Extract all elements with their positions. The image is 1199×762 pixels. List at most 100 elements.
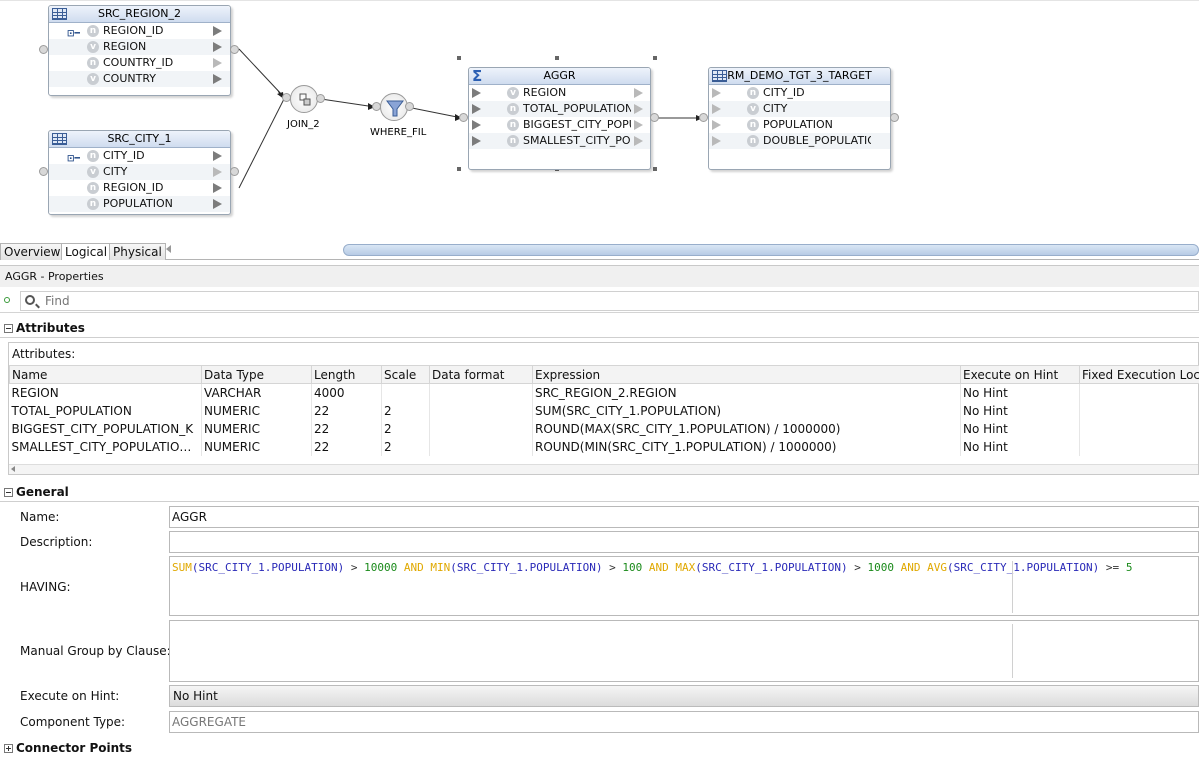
input-port-icon[interactable] [712, 88, 721, 98]
node-attr-row[interactable]: ⊡━ n REGION_ID [49, 23, 230, 39]
node-attr-row[interactable]: n DOUBLE_POPULATION [709, 133, 890, 149]
table-cell[interactable] [429, 401, 533, 420]
column-header[interactable]: Length [311, 365, 382, 384]
having-editor[interactable]: SUM(SRC_CITY_1.POPULATION) > 10000 AND M… [169, 556, 1199, 616]
table-cell[interactable]: 2 [381, 401, 430, 420]
collapse-icon[interactable] [4, 324, 13, 333]
connector-dot[interactable] [405, 102, 414, 111]
table-cell[interactable] [429, 437, 533, 456]
column-header[interactable]: Execute on Hint [960, 365, 1080, 384]
mapping-diagram-canvas[interactable]: SRC_REGION_2 ⊡━ n REGION_ID v REGION n COUNTRY… [0, 0, 1199, 242]
column-header[interactable]: Expression [532, 365, 961, 384]
table-cell[interactable]: TOTAL_POPULATION [9, 401, 202, 420]
selection-handle[interactable] [555, 56, 559, 60]
output-port-icon[interactable] [213, 42, 222, 52]
input-port-icon[interactable] [712, 104, 721, 114]
node-attr-row[interactable]: v COUNTRY [49, 71, 230, 87]
table-cell[interactable] [429, 419, 533, 438]
diagram-horizontal-scrollbar[interactable] [343, 244, 1199, 256]
input-port-icon[interactable] [712, 136, 721, 146]
node-attr-row[interactable]: v REGION [49, 39, 230, 55]
join-operator[interactable] [290, 85, 318, 113]
scroll-left-icon[interactable] [11, 466, 15, 472]
tab-physical[interactable]: Physical [109, 243, 166, 260]
output-port-icon[interactable] [213, 199, 222, 209]
node-attr-row[interactable]: n COUNTRY_ID [49, 55, 230, 71]
table-cell[interactable] [1079, 419, 1199, 438]
tab-logical[interactable]: Logical [61, 243, 112, 260]
connector-dot[interactable] [890, 113, 899, 122]
output-port-icon[interactable] [634, 120, 643, 130]
table-cell[interactable]: No Hint [960, 401, 1080, 420]
selection-handle[interactable] [653, 56, 657, 60]
table-cell[interactable] [1079, 383, 1199, 402]
output-port-icon[interactable] [213, 167, 222, 177]
node-attr-row[interactable]: n REGION_ID [49, 180, 230, 196]
filter-operator[interactable] [380, 93, 408, 121]
connector-dot[interactable] [316, 94, 325, 103]
output-port-icon[interactable] [634, 88, 643, 98]
table-cell[interactable]: 22 [311, 401, 382, 420]
node-src-city[interactable]: SRC_CITY_1 ⊡━ n CITY_ID v CITY n REGION_ID n POP… [48, 130, 231, 215]
output-port-icon[interactable] [213, 58, 222, 68]
node-attr-row[interactable]: ⊡━ n CITY_ID [49, 148, 230, 164]
table-cell[interactable]: 2 [381, 419, 430, 438]
table-cell[interactable] [429, 383, 533, 402]
table-cell[interactable]: NUMERIC [201, 437, 312, 456]
column-header[interactable]: Fixed Execution Loca [1079, 365, 1199, 384]
node-attr-row[interactable]: n TOTAL_POPULATION [469, 101, 650, 117]
table-cell[interactable] [381, 383, 430, 402]
expand-icon[interactable] [4, 744, 13, 753]
output-port-icon[interactable] [634, 104, 643, 114]
column-header[interactable]: Scale [381, 365, 430, 384]
collapse-icon[interactable] [4, 488, 13, 497]
connector-dot[interactable] [230, 45, 239, 54]
table-cell[interactable]: ROUND(MIN(SRC_CITY_1.POPULATION) / 10000… [532, 437, 961, 456]
table-cell[interactable]: No Hint [960, 383, 1080, 402]
table-cell[interactable]: SMALLEST_CITY_POPULATION... [9, 437, 202, 456]
find-field[interactable] [20, 291, 1199, 311]
connector-points-section-header[interactable]: Connector Points [0, 738, 1199, 758]
table-cell[interactable]: 4000 [311, 383, 382, 402]
table-cell[interactable] [1079, 401, 1199, 420]
connector-dot[interactable] [39, 167, 48, 176]
group-by-editor[interactable] [169, 620, 1199, 682]
output-port-icon[interactable] [213, 151, 222, 161]
column-header[interactable]: Name [9, 365, 202, 384]
output-port-icon[interactable] [634, 136, 643, 146]
connector-dot[interactable] [459, 113, 468, 122]
table-cell[interactable]: No Hint [960, 437, 1080, 456]
connector-dot[interactable] [650, 113, 659, 122]
input-port-icon[interactable] [472, 88, 481, 98]
table-cell[interactable]: 22 [311, 437, 382, 456]
description-field[interactable] [169, 531, 1199, 553]
table-cell[interactable]: BIGGEST_CITY_POPULATION_K [9, 419, 202, 438]
table-cell[interactable]: NUMERIC [201, 419, 312, 438]
table-cell[interactable]: 22 [311, 419, 382, 438]
node-aggr[interactable]: Σ AGGR v REGION n TOTAL_POPULATION n BIGGEST_… [468, 67, 651, 170]
input-port-icon[interactable] [472, 120, 481, 130]
input-port-icon[interactable] [712, 120, 721, 130]
table-cell[interactable]: SUM(SRC_CITY_1.POPULATION) [532, 401, 961, 420]
connector-dot[interactable] [230, 167, 239, 176]
connector-dot[interactable] [699, 113, 708, 122]
node-attr-row[interactable]: n POPULATION [49, 196, 230, 212]
node-attr-row[interactable]: v CITY [49, 164, 230, 180]
name-field[interactable]: AGGR [169, 506, 1199, 528]
connector-dot[interactable] [39, 45, 48, 54]
node-attr-row[interactable]: v REGION [469, 85, 650, 101]
table-cell[interactable]: SRC_REGION_2.REGION [532, 383, 961, 402]
output-port-icon[interactable] [213, 183, 222, 193]
find-input[interactable] [43, 293, 1143, 309]
execute-hint-select[interactable]: No Hint [169, 685, 1199, 707]
table-row[interactable]: TOTAL_POPULATION NUMERIC 22 2 SUM(SRC_CITY_1… [9, 401, 1199, 420]
attributes-section-header[interactable]: Attributes [0, 318, 1199, 338]
output-port-icon[interactable] [213, 74, 222, 84]
table-cell[interactable]: ROUND(MAX(SRC_CITY_1.POPULATION) / 10000… [532, 419, 961, 438]
node-attr-row[interactable]: n BIGGEST_CITY_POPU [469, 117, 650, 133]
table-row[interactable]: REGION VARCHAR 4000 SRC_REGION_2.REGION No H… [9, 383, 1199, 402]
table-row[interactable]: SMALLEST_CITY_POPULATION... NUMERIC 22 2 ROU… [9, 437, 1199, 456]
table-horizontal-scrollbar[interactable] [9, 464, 1198, 474]
column-header[interactable]: Data Type [201, 365, 312, 384]
input-port-icon[interactable] [472, 136, 481, 146]
